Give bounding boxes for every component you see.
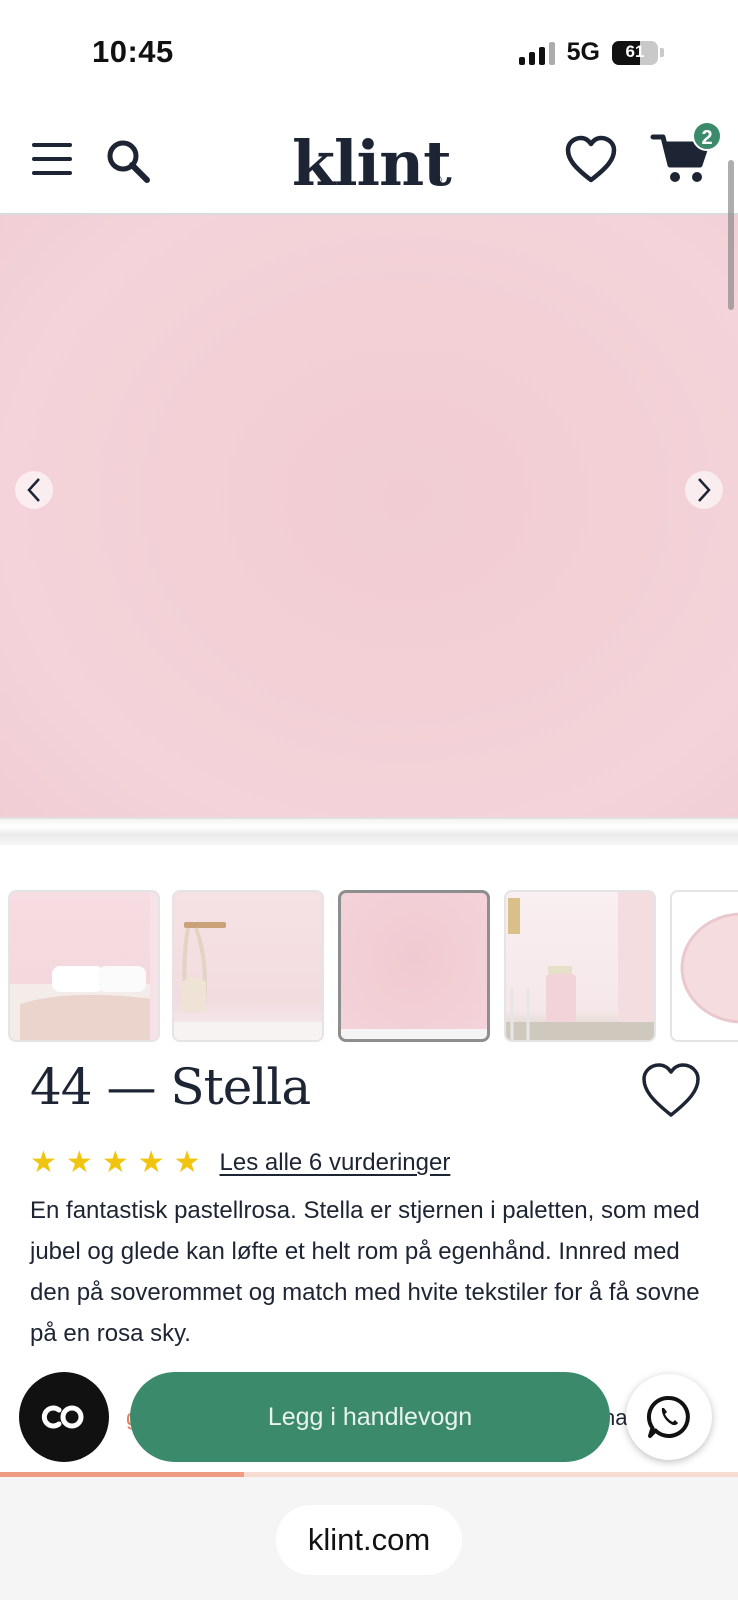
signal-icon [518,41,555,65]
status-time: 10:45 [92,34,174,69]
product-hero-image[interactable] [0,215,738,845]
url-bar[interactable]: klint.com [276,1505,462,1575]
klint-logo[interactable]: klint [292,127,452,200]
wishlist-heart-icon[interactable] [564,135,618,185]
browser-bottom-bar: klint.com [0,1477,738,1600]
battery-tip [660,48,664,57]
whatsapp-icon [647,1395,690,1438]
star-icon: ★ [137,1146,165,1179]
star-icon: ★ [30,1146,57,1179]
thumbnail-swatch-wall[interactable] [338,890,490,1042]
thumbnail-bedroom[interactable] [8,890,160,1042]
thumbnail-hook-bag[interactable] [172,890,324,1042]
site-header: klint ® 2 [0,105,738,215]
registered-mark: ® [433,173,442,187]
chevron-left-icon [27,478,40,502]
add-to-cart-button[interactable]: Legg i handlevogn [130,1372,610,1462]
status-bar: 10:45 5G 61 [0,0,738,105]
thumbnail-paint-blob[interactable] [670,890,738,1042]
thumbnail-strip [8,890,738,1042]
rating-row: ★ ★ ★ ★ ★ Les alle 6 vurderinger [30,1146,450,1180]
whatsapp-button[interactable] [626,1374,712,1460]
baseboard [0,817,738,845]
product-title: 44 — Stella [30,1058,311,1116]
chat-widget-button[interactable] [19,1372,109,1462]
hamburger-menu-icon[interactable] [32,143,72,175]
search-icon[interactable] [104,137,152,185]
reviews-link[interactable]: Les alle 6 vurderinger [220,1149,451,1177]
thumbnail-room-door[interactable] [504,890,656,1042]
star-icon: ★ [65,1146,93,1179]
battery-level: 61 [625,41,645,61]
previous-image-button[interactable] [15,471,53,509]
battery-icon: 61 [612,40,658,65]
chevron-right-icon [698,478,711,502]
favorite-heart-icon[interactable] [640,1062,702,1120]
status-indicators: 5G 61 [518,38,664,67]
star-icon: ★ [173,1146,201,1179]
next-image-button[interactable] [685,471,723,509]
network-type: 5G [566,38,600,66]
star-icon: ★ [101,1146,129,1179]
cart-count-badge: 2 [692,121,722,151]
product-description: En fantastisk pastellrosa. Stella er stj… [30,1197,700,1347]
co-logo-icon [41,1405,84,1429]
page-scrollbar[interactable] [728,160,734,310]
